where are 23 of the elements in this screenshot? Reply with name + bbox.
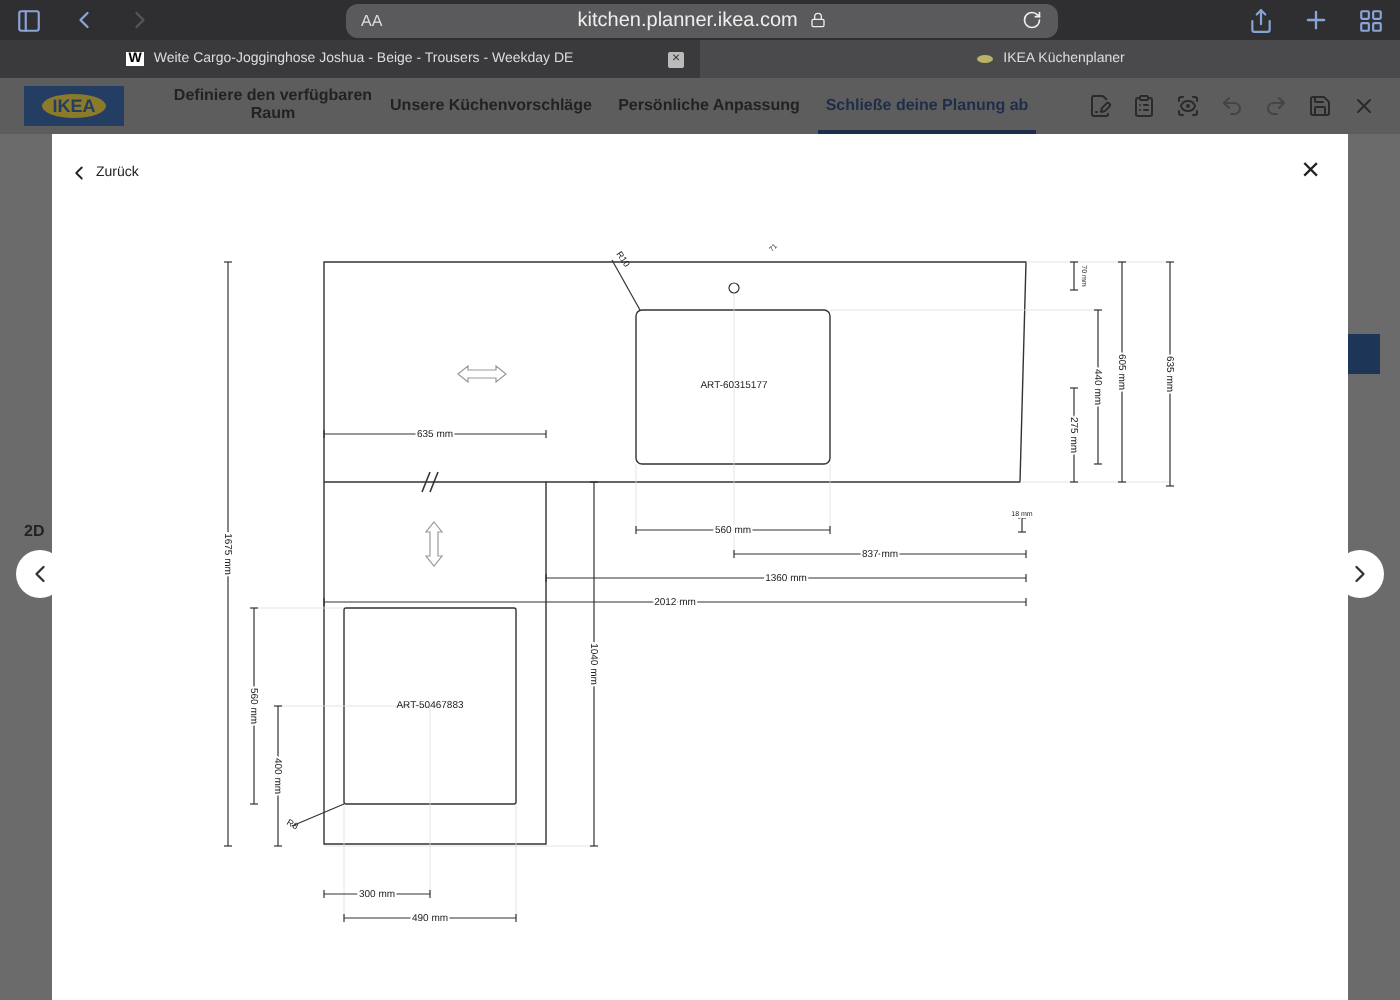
- clipboard-icon[interactable]: [1132, 94, 1156, 118]
- sidebar-icon[interactable]: [16, 7, 42, 34]
- vertical-arrow-icon: [424, 521, 444, 567]
- url-text: kitchen.planner.ikea.com: [577, 9, 798, 32]
- new-tab-icon[interactable]: [1302, 6, 1330, 35]
- dimension-line: [1069, 387, 1079, 483]
- close-button[interactable]: ×: [1289, 154, 1332, 190]
- share-icon[interactable]: [1248, 7, 1274, 34]
- dimension-line: [1017, 517, 1027, 533]
- view-mode-label[interactable]: 2D: [24, 522, 45, 540]
- dimension-line: [273, 705, 283, 847]
- horizontal-arrow-icon: [457, 364, 507, 384]
- reload-icon[interactable]: [1021, 10, 1041, 31]
- panel-edge: [1348, 334, 1380, 374]
- text-size-button[interactable]: AA: [361, 11, 383, 30]
- address-bar[interactable]: AA kitchen.planner.ikea.com: [345, 3, 1057, 38]
- leader-line: [291, 803, 345, 827]
- tabs-grid-icon[interactable]: [1358, 7, 1384, 34]
- dimension-line: [323, 889, 431, 899]
- dimension-line: [1069, 261, 1079, 291]
- tap-hole: [728, 282, 740, 294]
- logo-text: IKEA: [42, 94, 106, 118]
- lock-icon: [809, 12, 826, 29]
